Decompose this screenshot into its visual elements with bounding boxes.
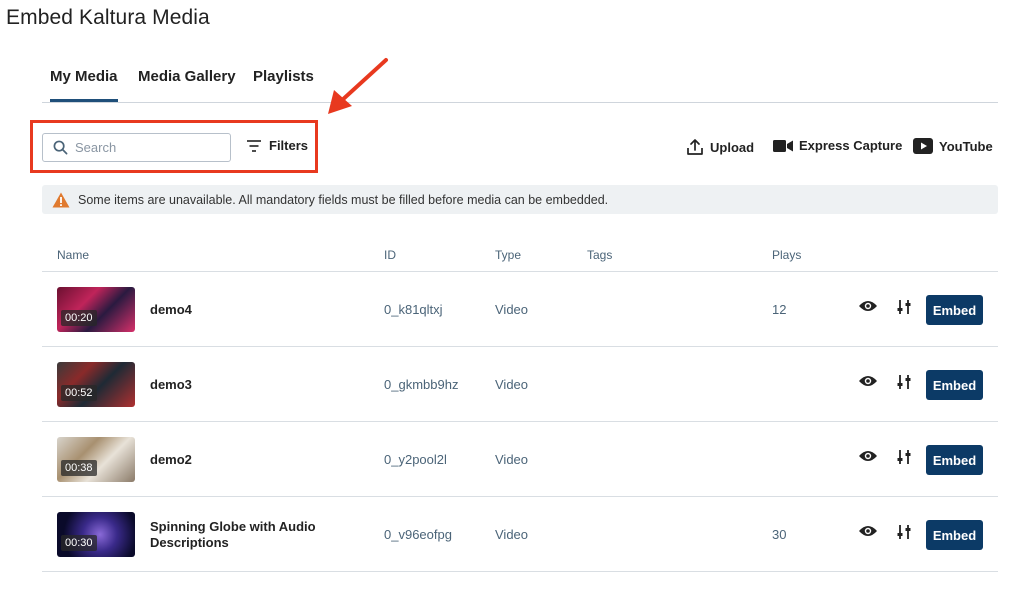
youtube-icon — [913, 138, 933, 154]
media-plays: 12 — [772, 302, 787, 317]
column-header-tags[interactable]: Tags — [587, 248, 612, 262]
search-input[interactable] — [75, 140, 215, 155]
media-plays: 30 — [772, 527, 787, 542]
annotation-arrow-icon — [328, 58, 388, 114]
filters-label: Filters — [269, 138, 309, 153]
preview-eye-icon[interactable] — [858, 524, 878, 538]
column-header-plays[interactable]: Plays — [772, 248, 801, 262]
express-capture-button[interactable]: Express Capture — [773, 138, 902, 153]
embed-button[interactable]: Embed — [926, 520, 983, 550]
column-header-type[interactable]: Type — [495, 248, 521, 262]
embed-settings-icon[interactable] — [895, 524, 913, 540]
media-id: 0_gkmbb9hz — [384, 377, 459, 392]
media-thumbnail[interactable]: 00:20 — [57, 287, 135, 332]
media-type: Video — [495, 377, 529, 392]
table-header: Name ID Type Tags Plays — [42, 238, 998, 272]
table-row: 00:20 demo4 0_k81qltxj Video 12 Embed — [42, 272, 998, 347]
youtube-label: YouTube — [939, 138, 993, 154]
upload-icon — [687, 139, 703, 155]
column-header-id[interactable]: ID — [384, 248, 396, 262]
tab-playlists[interactable]: Playlists — [253, 68, 314, 102]
tab-my-media[interactable]: My Media — [50, 68, 118, 102]
media-name[interactable]: demo3 — [150, 377, 192, 392]
express-capture-label: Express Capture — [799, 138, 903, 153]
column-header-name[interactable]: Name — [57, 248, 89, 262]
tab-bar: My Media Media Gallery Playlists — [42, 58, 998, 103]
embed-button[interactable]: Embed — [926, 295, 983, 325]
search-icon — [53, 140, 68, 155]
embed-settings-icon[interactable] — [895, 374, 913, 390]
table-row: 00:38 demo2 0_y2pool2l Video Embed — [42, 422, 998, 497]
warning-text: Some items are unavailable. All mandator… — [78, 192, 609, 207]
media-thumbnail[interactable]: 00:52 — [57, 362, 135, 407]
preview-eye-icon[interactable] — [858, 374, 878, 388]
search-field[interactable] — [42, 133, 231, 162]
embed-button[interactable]: Embed — [926, 370, 983, 400]
media-id: 0_v96eofpg — [384, 527, 452, 542]
preview-eye-icon[interactable] — [858, 299, 878, 313]
warning-banner: Some items are unavailable. All mandator… — [42, 185, 998, 214]
media-id: 0_y2pool2l — [384, 452, 447, 467]
media-thumbnail[interactable]: 00:38 — [57, 437, 135, 482]
duration-badge: 00:20 — [61, 310, 97, 326]
duration-badge: 00:52 — [61, 385, 97, 401]
embed-settings-icon[interactable] — [895, 449, 913, 465]
duration-badge: 00:30 — [61, 535, 97, 551]
upload-label: Upload — [710, 139, 755, 155]
media-type: Video — [495, 527, 529, 542]
preview-eye-icon[interactable] — [858, 449, 878, 463]
embed-button[interactable]: Embed — [926, 445, 983, 475]
media-name[interactable]: demo4 — [150, 302, 192, 317]
media-id: 0_k81qltxj — [384, 302, 443, 317]
media-name[interactable]: Spinning Globe with Audio Descriptions — [150, 519, 350, 551]
table-row: 00:30 Spinning Globe with Audio Descript… — [42, 497, 998, 572]
media-thumbnail[interactable]: 00:30 — [57, 512, 135, 557]
tab-media-gallery[interactable]: Media Gallery — [138, 68, 236, 102]
youtube-button[interactable]: YouTube — [913, 138, 993, 154]
media-type: Video — [495, 302, 529, 317]
camera-icon — [773, 139, 793, 152]
embed-settings-icon[interactable] — [895, 299, 913, 315]
media-name[interactable]: demo2 — [150, 452, 192, 467]
warning-icon — [52, 192, 70, 207]
filters-button[interactable]: Filters — [246, 138, 308, 153]
upload-button[interactable]: Upload — [686, 138, 754, 156]
page-title: Embed Kaltura Media — [6, 6, 210, 29]
duration-badge: 00:38 — [61, 460, 97, 476]
table-row: 00:52 demo3 0_gkmbb9hz Video Embed — [42, 347, 998, 422]
media-type: Video — [495, 452, 529, 467]
filter-icon — [247, 139, 261, 152]
